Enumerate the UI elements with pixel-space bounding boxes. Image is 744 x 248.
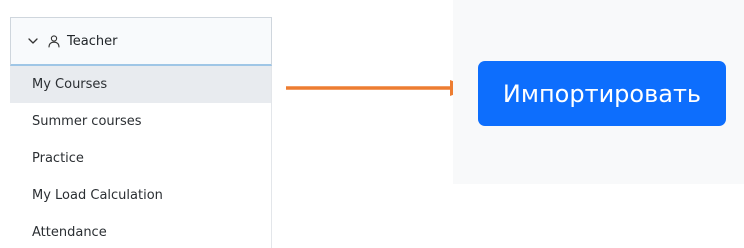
chevron-down-icon[interactable] [27, 35, 39, 47]
sidebar-item-practice[interactable]: Practice [10, 140, 272, 177]
sidebar: Teacher My Courses Summer courses Practi… [10, 17, 272, 248]
import-panel: Импортировать [453, 0, 744, 184]
sidebar-section-teacher[interactable]: Teacher [10, 17, 272, 66]
arrow-right-icon [286, 80, 472, 96]
import-button[interactable]: Импортировать [478, 61, 726, 126]
screenshot-stage: Teacher My Courses Summer courses Practi… [0, 0, 744, 248]
sidebar-item-my-load-calculation[interactable]: My Load Calculation [10, 177, 272, 214]
sidebar-item-summer-courses[interactable]: Summer courses [10, 103, 272, 140]
sidebar-section-label: Teacher [67, 33, 118, 49]
user-icon [47, 34, 61, 48]
sidebar-item-attendance[interactable]: Attendance [10, 214, 272, 248]
sidebar-item-my-courses[interactable]: My Courses [10, 66, 272, 103]
sidebar-menu: My Courses Summer courses Practice My Lo… [10, 66, 272, 248]
